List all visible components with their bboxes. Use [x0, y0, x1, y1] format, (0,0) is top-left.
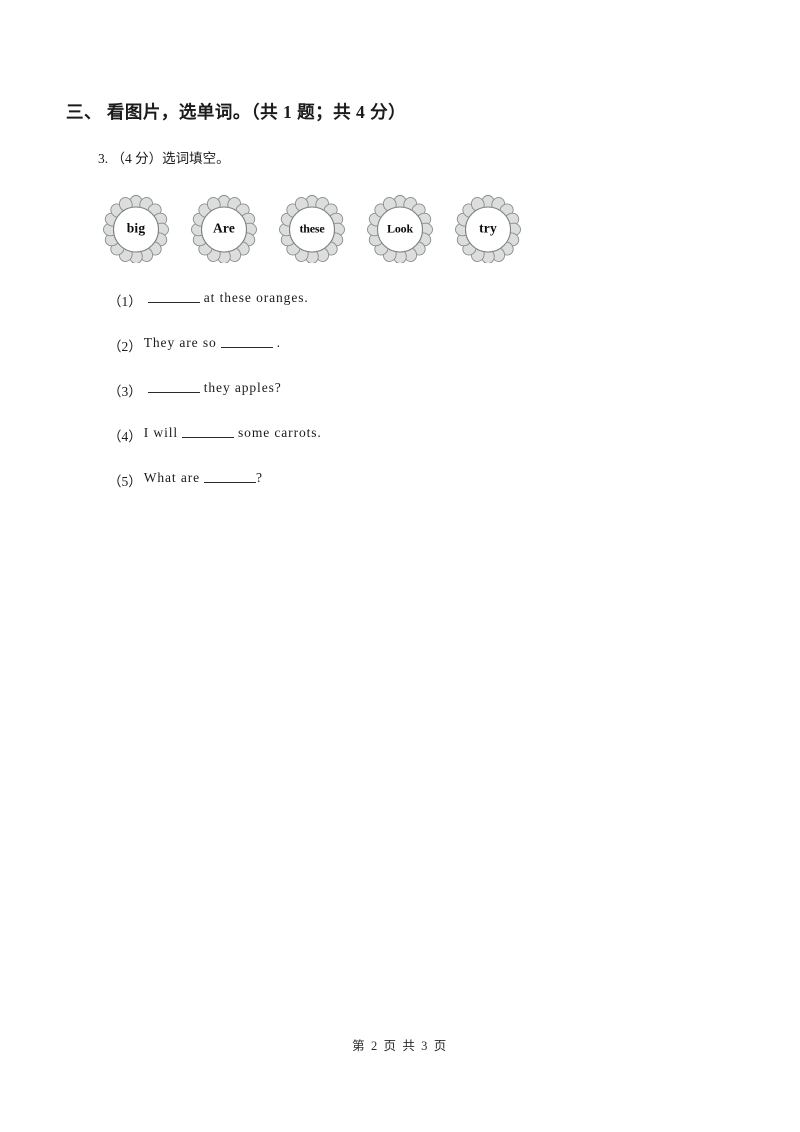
answer-text-after: they apples?: [203, 380, 282, 395]
word-badge-label: Look: [387, 221, 413, 236]
worksheet-page: 三、 看图片，选单词。（共 1 题；共 4 分） 3. （4 分）选词填空。 b…: [0, 0, 800, 1132]
answer-item-3: （3） they apples?: [108, 380, 628, 425]
word-badge-label: big: [126, 220, 146, 236]
answer-label: （5）: [108, 474, 142, 489]
answer-label: （2）: [108, 339, 142, 354]
question-prompt: 3. （4 分）选词填空。: [98, 151, 230, 166]
word-badge-these[interactable]: these: [279, 195, 345, 263]
word-badge-big[interactable]: big: [103, 195, 169, 263]
word-badge-label: these: [299, 221, 325, 236]
answer-label: （1）: [108, 294, 142, 309]
answer-text-before: They are so: [143, 335, 217, 350]
answer-text-before: What are: [143, 470, 201, 485]
answer-item-2: （2） They are so .: [108, 335, 628, 380]
answer-text-after: some carrots.: [238, 425, 322, 440]
answer-text-after: ?: [256, 470, 263, 485]
word-badge-are[interactable]: Are: [191, 195, 257, 263]
answer-blank-input[interactable]: [204, 470, 257, 483]
answer-text-before: I will: [143, 425, 179, 440]
word-badge-label: try: [479, 220, 497, 236]
page-footer: 第 2 页 共 3 页: [352, 1039, 448, 1053]
answer-blank-input[interactable]: [147, 290, 200, 303]
word-bank: big Are these Look try: [103, 195, 521, 263]
answer-item-4: （4） I will some carrots.: [108, 425, 628, 470]
answer-text-after: .: [276, 335, 281, 350]
section-heading: 三、 看图片，选单词。（共 1 题；共 4 分）: [66, 102, 407, 122]
answer-item-5: （5） What are ?: [108, 470, 628, 515]
answer-blank-input[interactable]: [182, 425, 235, 438]
word-badge-look[interactable]: Look: [367, 195, 433, 263]
answer-blank-input[interactable]: [220, 335, 273, 348]
word-badge-try[interactable]: try: [455, 195, 521, 263]
answer-label: （3）: [108, 384, 142, 399]
answer-item-1: （1） at these oranges.: [108, 290, 628, 335]
word-badge-label: Are: [212, 220, 236, 236]
answer-blank-input[interactable]: [147, 380, 200, 393]
answer-list: （1） at these oranges. （2） They are so . …: [108, 290, 628, 515]
answer-text-after: at these oranges.: [203, 290, 309, 305]
answer-label: （4）: [108, 429, 142, 444]
